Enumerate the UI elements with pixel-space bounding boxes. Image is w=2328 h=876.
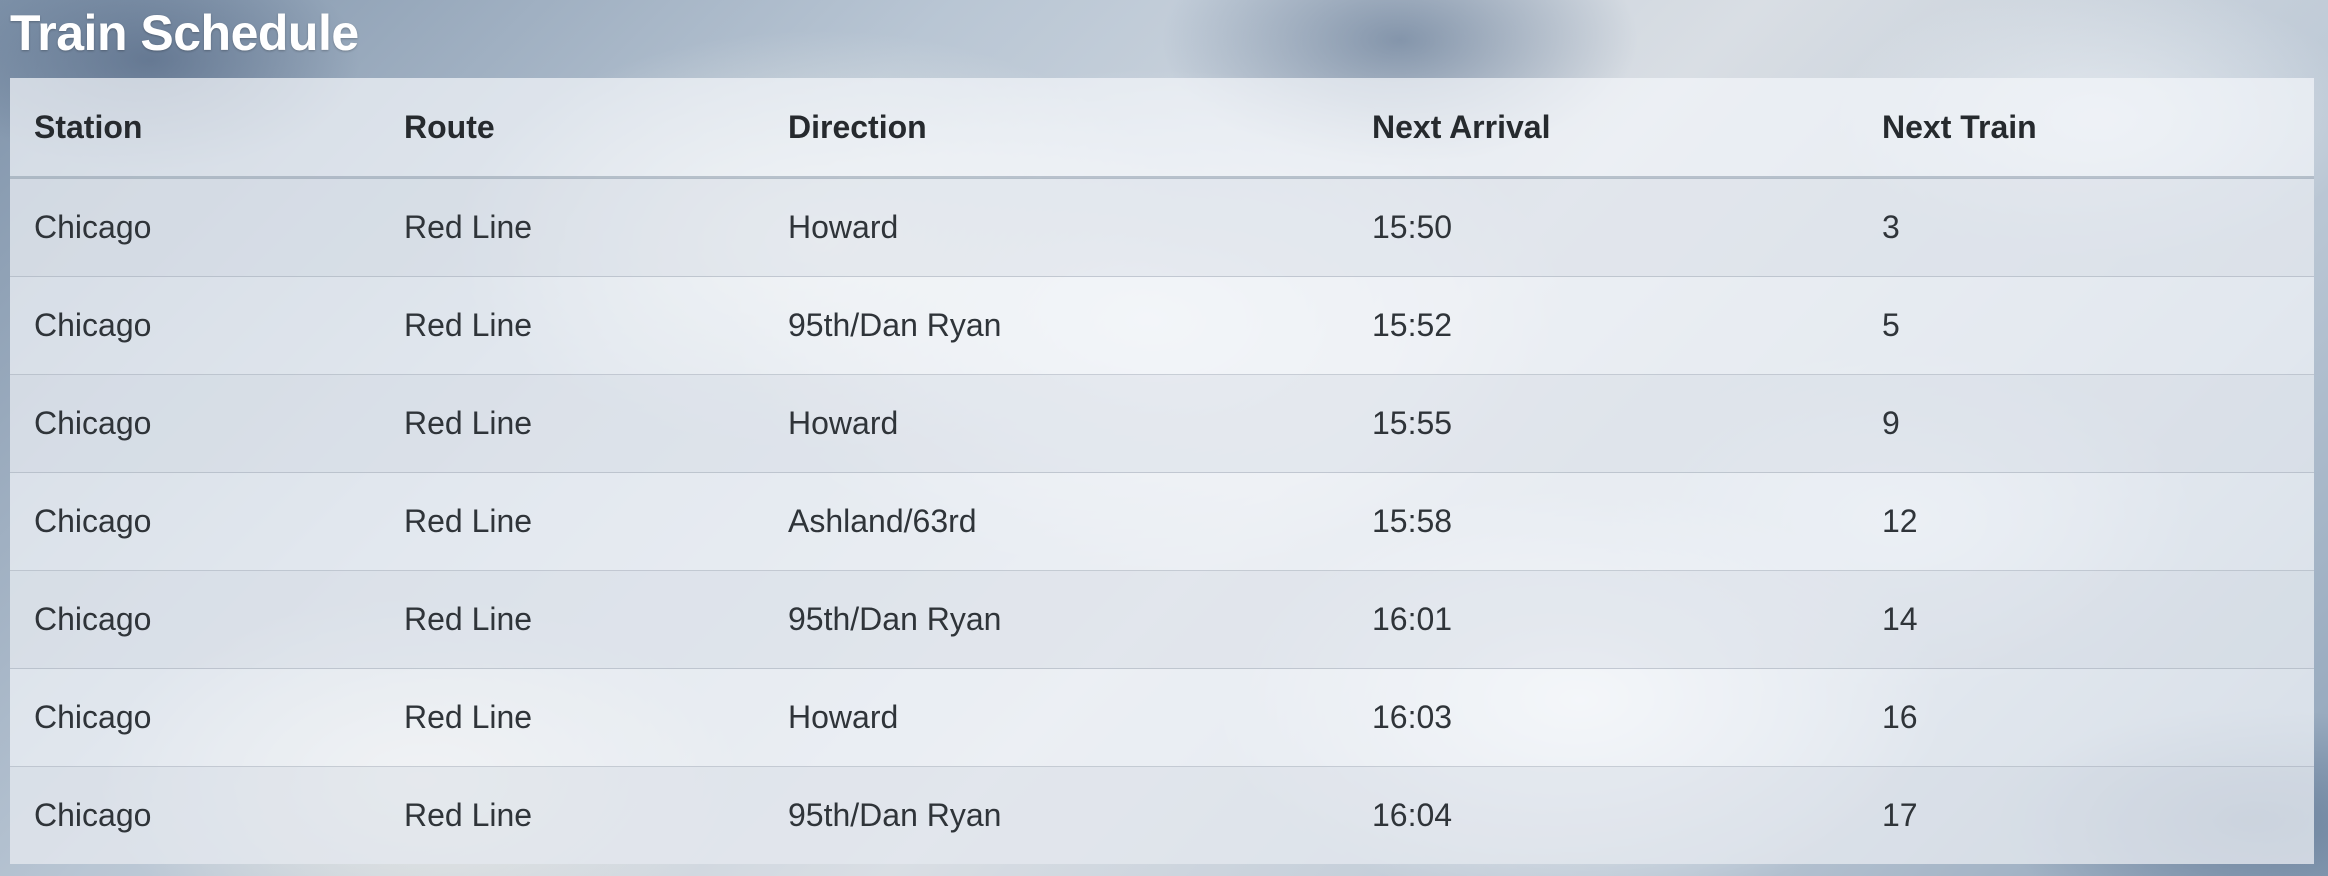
- cell-direction: 95th/Dan Ryan: [764, 766, 1348, 864]
- column-header-route: Route: [380, 78, 764, 179]
- cell-route: Red Line: [380, 472, 764, 571]
- cell-next-arrival: 16:01: [1348, 570, 1858, 669]
- schedule-table: Station Route Direction Next Arrival Nex…: [10, 78, 2314, 864]
- column-header-next-train: Next Train: [1858, 78, 2314, 179]
- column-header-direction: Direction: [764, 78, 1348, 179]
- cell-next-train: 16: [1858, 668, 2314, 767]
- cell-station: Chicago: [10, 374, 380, 473]
- schedule-table-container: Station Route Direction Next Arrival Nex…: [10, 78, 2314, 864]
- cell-next-arrival: 15:50: [1348, 177, 1858, 277]
- cell-next-arrival: 16:03: [1348, 668, 1858, 767]
- table-row: Chicago Red Line Ashland/63rd 15:58 12: [10, 472, 2314, 571]
- cell-next-train: 12: [1858, 472, 2314, 571]
- cell-next-arrival: 15:52: [1348, 276, 1858, 375]
- table-row: Chicago Red Line Howard 15:50 3: [10, 177, 2314, 277]
- cell-route: Red Line: [380, 374, 764, 473]
- cell-direction: 95th/Dan Ryan: [764, 570, 1348, 669]
- cell-route: Red Line: [380, 177, 764, 277]
- cell-next-train: 9: [1858, 374, 2314, 473]
- cell-next-train: 3: [1858, 177, 2314, 277]
- cell-direction: Howard: [764, 668, 1348, 767]
- cell-direction: 95th/Dan Ryan: [764, 276, 1348, 375]
- cell-station: Chicago: [10, 177, 380, 277]
- cell-route: Red Line: [380, 668, 764, 767]
- cell-station: Chicago: [10, 766, 380, 864]
- cell-route: Red Line: [380, 276, 764, 375]
- page-title: Train Schedule: [10, 5, 359, 61]
- cell-station: Chicago: [10, 668, 380, 767]
- cell-route: Red Line: [380, 766, 764, 864]
- table-header: Station Route Direction Next Arrival Nex…: [10, 78, 2314, 179]
- cell-station: Chicago: [10, 276, 380, 375]
- table-body: Chicago Red Line Howard 15:50 3 Chicago …: [10, 177, 2314, 864]
- column-header-station: Station: [10, 78, 380, 179]
- column-header-next-arrival: Next Arrival: [1348, 78, 1858, 179]
- header-row: Station Route Direction Next Arrival Nex…: [10, 78, 2314, 179]
- cell-next-arrival: 15:58: [1348, 472, 1858, 571]
- cell-next-train: 5: [1858, 276, 2314, 375]
- cell-next-arrival: 15:55: [1348, 374, 1858, 473]
- cell-next-arrival: 16:04: [1348, 766, 1858, 864]
- table-row: Chicago Red Line 95th/Dan Ryan 15:52 5: [10, 276, 2314, 375]
- cell-next-train: 14: [1858, 570, 2314, 669]
- cell-route: Red Line: [380, 570, 764, 669]
- cell-station: Chicago: [10, 570, 380, 669]
- cell-station: Chicago: [10, 472, 380, 571]
- cell-direction: Howard: [764, 177, 1348, 277]
- cell-direction: Howard: [764, 374, 1348, 473]
- table-row: Chicago Red Line 95th/Dan Ryan 16:01 14: [10, 570, 2314, 669]
- cell-next-train: 17: [1858, 766, 2314, 864]
- cell-direction: Ashland/63rd: [764, 472, 1348, 571]
- table-row: Chicago Red Line Howard 16:03 16: [10, 668, 2314, 767]
- table-row: Chicago Red Line Howard 15:55 9: [10, 374, 2314, 473]
- table-row: Chicago Red Line 95th/Dan Ryan 16:04 17: [10, 766, 2314, 864]
